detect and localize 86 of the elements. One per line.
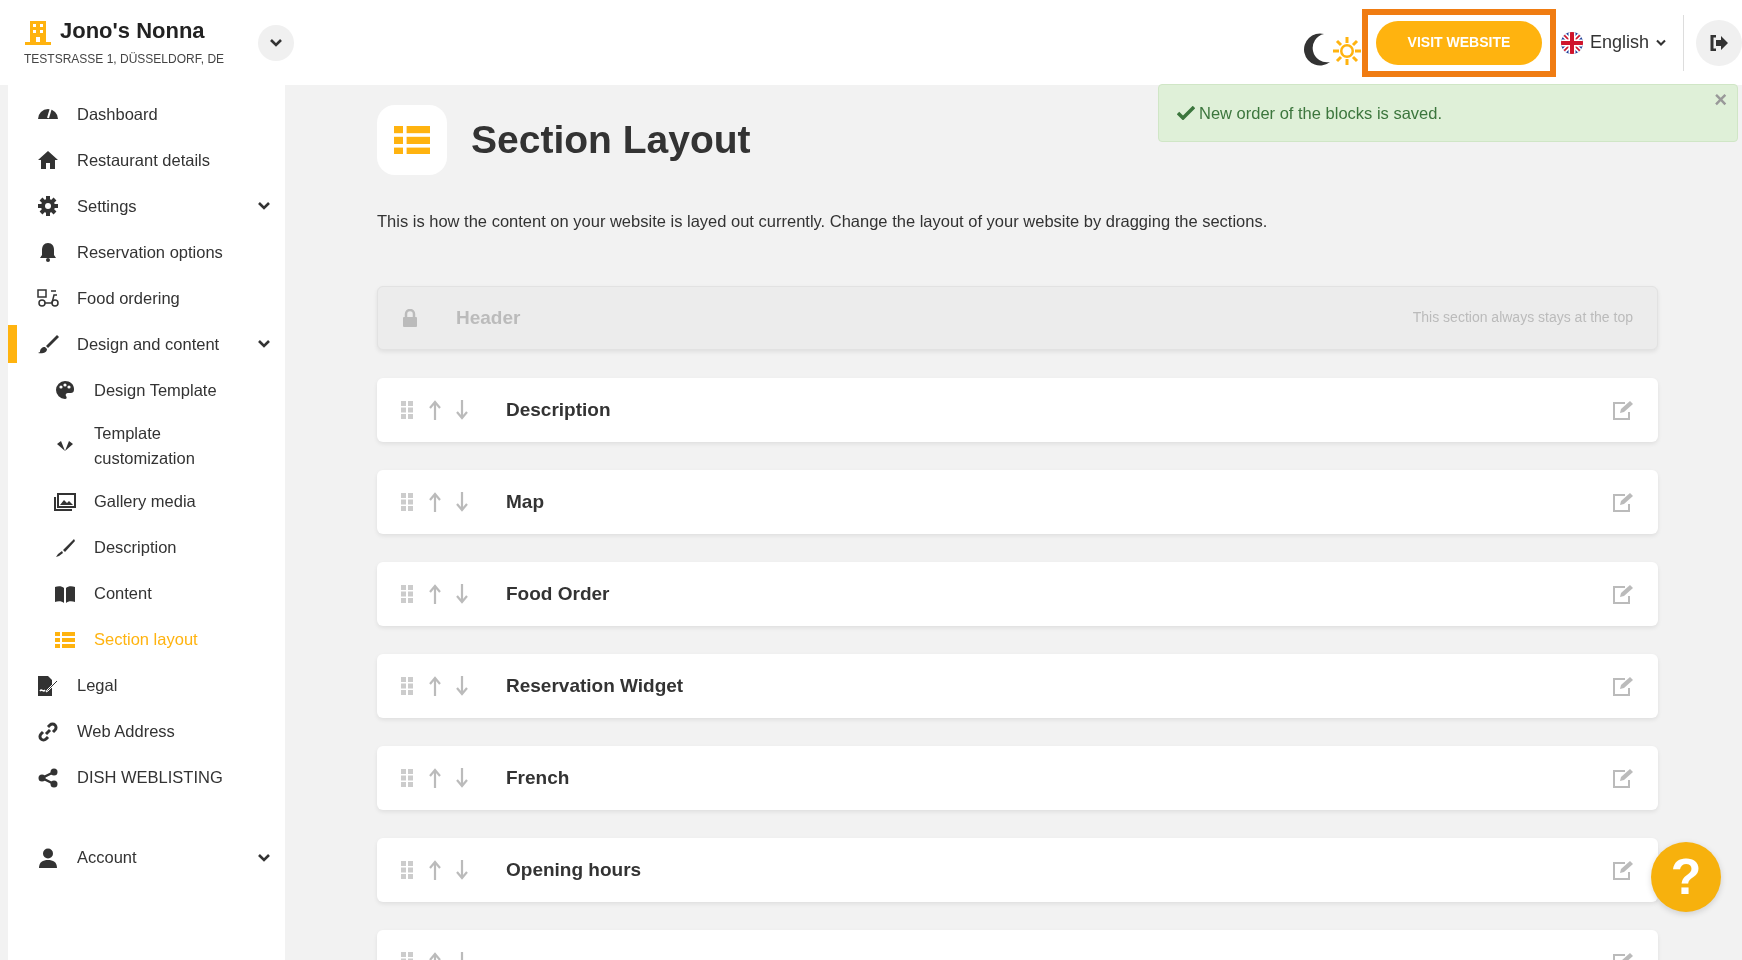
bell-icon	[39, 242, 57, 262]
drag-handle-icon	[401, 492, 413, 511]
sidebar-item[interactable]: Food ordering	[8, 275, 285, 321]
edit-icon	[1612, 675, 1634, 696]
fan-icon	[56, 439, 74, 452]
section-row[interactable]: Opening hours	[377, 837, 1658, 902]
arrow-up-icon	[429, 859, 441, 880]
drag-handle-icon	[401, 860, 413, 879]
sidebar-item[interactable]: Restaurant details	[8, 137, 285, 183]
palette-icon	[55, 380, 75, 400]
section-row[interactable]: Food Order	[377, 561, 1658, 626]
scooter-icon	[37, 289, 59, 307]
section-title: Description	[506, 397, 611, 422]
section-title: Food Order	[506, 581, 610, 606]
section-row[interactable]: Reservation Widget	[377, 653, 1658, 718]
arrow-down-icon	[456, 767, 468, 788]
signed-document-icon	[37, 674, 59, 697]
sidebar-item[interactable]: Dashboard	[8, 91, 285, 137]
arrow-up-icon	[429, 491, 441, 512]
moon-icon	[1301, 31, 1332, 66]
arrow-up-icon	[429, 767, 441, 788]
gauge-icon	[37, 108, 59, 120]
list-icon	[394, 125, 430, 155]
sidebar-subitem[interactable]: Description	[8, 524, 285, 571]
section-row[interactable]: Description	[377, 377, 1658, 442]
edit-icon	[1612, 767, 1634, 788]
check-icon	[1177, 106, 1195, 120]
active-indicator	[8, 325, 17, 363]
section-title: Map	[506, 489, 544, 514]
alert-message: New order of the blocks is saved.	[1199, 102, 1443, 124]
sidebar-subitem[interactable]: Gallery media	[8, 478, 285, 525]
sidebar-item[interactable]: Legal	[8, 662, 285, 709]
sun-icon	[1331, 35, 1362, 66]
sidebar-item[interactable]: Design and content	[8, 321, 285, 367]
arrow-down-icon	[456, 583, 468, 604]
chevron-down-icon	[269, 37, 284, 48]
section-row[interactable]: Map	[377, 469, 1658, 534]
sidebar-subitem[interactable]: Content	[8, 570, 285, 617]
sidebar-item[interactable]: Reservation options	[8, 229, 285, 275]
link-icon	[38, 721, 58, 742]
book-icon	[54, 584, 76, 603]
section-title: Reservation Widget	[506, 673, 684, 698]
drag-handle-icon	[401, 768, 413, 787]
theme-toggle[interactable]	[1301, 31, 1362, 66]
logout-button[interactable]	[1696, 19, 1742, 66]
restaurant-address: TESTSRASSE 1, DÜSSELDORF, DE	[24, 50, 225, 68]
sidebar-item[interactable]: Settings	[8, 183, 285, 229]
edit-icon	[1612, 491, 1634, 512]
pen-icon	[55, 537, 75, 558]
arrow-up-icon	[429, 583, 441, 604]
sidebar-item[interactable]: Account	[8, 834, 285, 881]
drag-handle-icon	[401, 584, 413, 603]
house-icon	[37, 150, 59, 170]
brush-icon	[37, 334, 59, 354]
drag-handle-icon	[401, 400, 413, 419]
share-icon	[38, 767, 58, 788]
edit-icon	[1612, 859, 1634, 880]
page-title: Section Layout	[471, 116, 751, 163]
arrow-down-icon	[456, 859, 468, 880]
switch-restaurant-button[interactable]	[258, 24, 295, 61]
user-icon	[38, 847, 58, 868]
edit-icon	[1612, 583, 1634, 604]
restaurant-name: Jono's Nonna	[60, 19, 205, 44]
intro-text: This is how the content on your website is layed out currently. Change the layout of your website by dragging the sections.	[377, 211, 1269, 232]
chevron-down-icon	[1655, 38, 1667, 47]
lock-icon	[402, 308, 418, 327]
section-title: French	[506, 765, 570, 790]
section-row[interactable]: French	[377, 745, 1658, 810]
arrow-up-icon	[429, 675, 441, 696]
section-title: Opening hours	[506, 857, 642, 882]
sidebar-item[interactable]: Web Address	[8, 708, 285, 755]
arrow-down-icon	[456, 399, 468, 420]
list-icon	[55, 631, 75, 648]
arrow-down-icon	[456, 491, 468, 512]
sidebar-subitem[interactable]: Design Template	[8, 367, 285, 413]
drag-handle-icon	[401, 676, 413, 695]
language-selector[interactable]: English	[1559, 29, 1667, 56]
logout-icon	[1710, 34, 1728, 51]
sidebar-subitem[interactable]: Template customization	[8, 413, 285, 479]
sidebar-item[interactable]: DISH WEBLISTING	[8, 754, 285, 801]
flag-icon	[1559, 30, 1584, 55]
edit-icon	[1612, 399, 1634, 420]
arrow-up-icon	[429, 399, 441, 420]
images-icon	[54, 492, 76, 511]
arrow-down-icon	[456, 675, 468, 696]
gear-icon	[38, 196, 58, 216]
